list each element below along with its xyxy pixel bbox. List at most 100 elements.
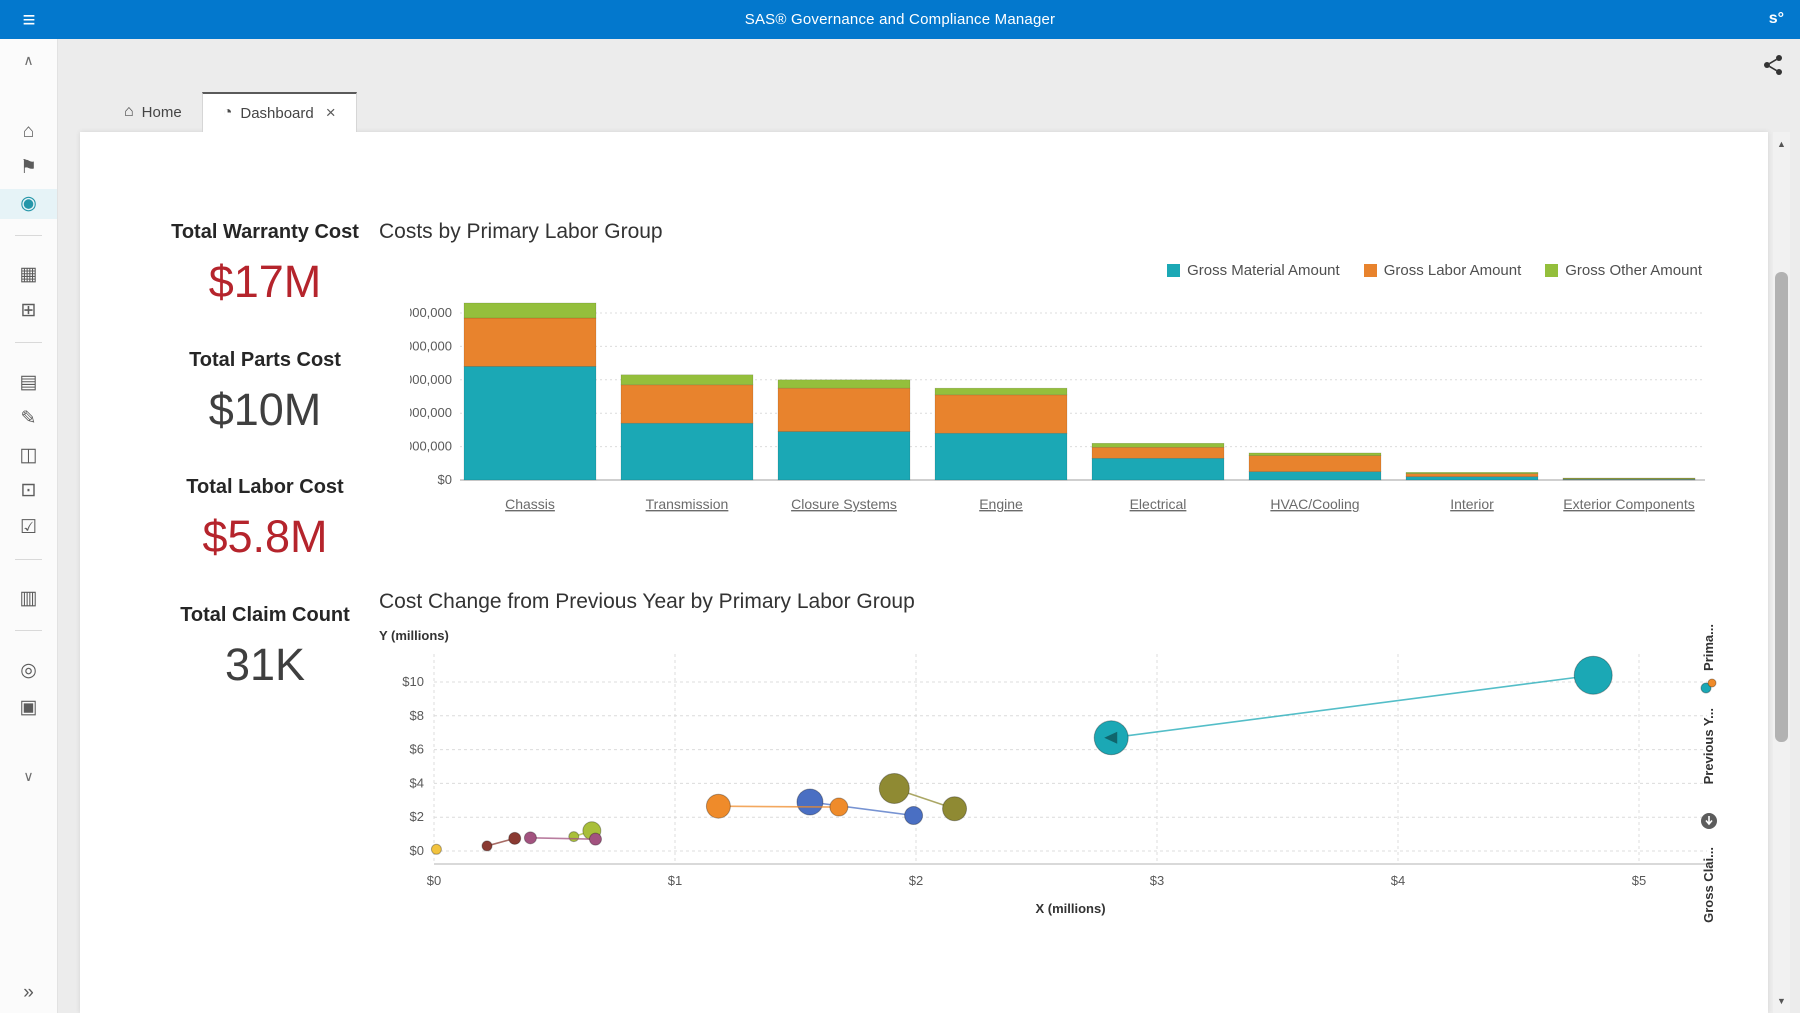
sidebar-item-documents[interactable]: ▤ — [0, 368, 57, 398]
share-icon[interactable] — [1760, 52, 1786, 78]
bubble-pair-icon — [1700, 677, 1718, 700]
sidebar-item-search-document[interactable]: ◎ — [0, 656, 57, 686]
bubble-transmission[interactable] — [943, 797, 967, 821]
scroll-down-icon[interactable]: ▼ — [1773, 991, 1790, 1011]
change-connector-line — [718, 806, 839, 807]
legend-swatch-icon — [1167, 264, 1180, 277]
bubble-engine[interactable] — [830, 798, 848, 816]
kpi-label: Total Labor Cost — [110, 475, 420, 499]
category-label[interactable]: Interior — [1450, 496, 1494, 512]
bar-segment[interactable] — [1249, 472, 1381, 480]
sidebar-divider — [15, 235, 42, 236]
tab-close-icon[interactable]: × — [326, 103, 336, 123]
sidebar-item-checklist[interactable]: ☑ — [0, 513, 57, 543]
kpi-value: $17M — [110, 256, 420, 308]
sidebar-item-notebook[interactable]: ▥ — [0, 584, 57, 614]
sidebar-expand-icon[interactable]: » — [0, 978, 57, 1008]
tab-home-label: Home — [142, 104, 182, 121]
bar-segment[interactable] — [621, 423, 753, 480]
category-label[interactable]: Transmission — [646, 496, 729, 512]
bar-segment[interactable] — [935, 395, 1067, 433]
legend-item[interactable]: Gross Other Amount — [1545, 262, 1702, 279]
bar-segment[interactable] — [1092, 447, 1224, 458]
sidebar-divider — [15, 342, 42, 343]
vertical-scrollbar[interactable]: ▲ ▼ — [1773, 132, 1790, 1013]
sidebar-item-monitor[interactable]: ⊡ — [0, 476, 57, 506]
legend-item[interactable]: Gross Material Amount — [1167, 262, 1340, 279]
category-label[interactable]: Engine — [979, 496, 1023, 512]
bar-segment[interactable] — [935, 388, 1067, 395]
bubble-transmission[interactable] — [879, 773, 909, 803]
y-tick-label: $5,000,000 — [410, 305, 452, 320]
scroll-up-icon[interactable]: ▲ — [1773, 134, 1790, 154]
bar-segment[interactable] — [464, 366, 596, 480]
bubble-interior[interactable] — [482, 841, 492, 851]
app-title: SAS® Governance and Compliance Manager — [0, 0, 1800, 39]
y-tick-label: $4 — [410, 775, 424, 790]
bar-segment[interactable] — [464, 318, 596, 366]
bar-segment[interactable] — [778, 388, 910, 431]
bar-segment[interactable] — [1406, 474, 1538, 477]
bubble-electrical[interactable] — [569, 832, 579, 842]
sidebar-divider — [15, 630, 42, 631]
sidebar-item-calendar[interactable]: ▦ — [0, 260, 57, 290]
bar-segment[interactable] — [1406, 477, 1538, 480]
sidebar-item-archive[interactable]: ⊞ — [0, 296, 57, 326]
kpi-total-labor-cost: Total Labor Cost $5.8M — [110, 475, 420, 563]
bubble-interior[interactable] — [509, 832, 521, 844]
bubble-engine[interactable] — [706, 794, 730, 818]
bar-segment[interactable] — [1563, 478, 1695, 479]
tab-home[interactable]: ⌂ Home — [104, 92, 202, 132]
dashboard-canvas: Total Warranty Cost $17M Total Parts Cos… — [80, 132, 1768, 1013]
bubble-chassis[interactable] — [1574, 656, 1612, 694]
bar-segment[interactable] — [621, 375, 753, 385]
profile-icon[interactable]: s° — [1769, 0, 1784, 39]
bubble-closure-systems[interactable] — [905, 807, 923, 825]
change-connector-line — [530, 838, 595, 839]
category-label[interactable]: Chassis — [505, 496, 555, 512]
bar-segment[interactable] — [778, 432, 910, 480]
kpi-label: Total Claim Count — [110, 603, 420, 627]
bubble-y-axis-label: Y (millions) — [379, 628, 449, 643]
bubble-hvac-cooling[interactable] — [524, 832, 536, 844]
bar-chart-title: Costs by Primary Labor Group — [379, 220, 663, 244]
sidebar-item-edit[interactable]: ✎ — [0, 404, 57, 434]
bar-segment[interactable] — [464, 303, 596, 318]
category-label[interactable]: Closure Systems — [791, 496, 897, 512]
sidebar-item-clipboard[interactable]: ▣ — [0, 693, 57, 723]
legend-swatch-icon — [1545, 264, 1558, 277]
sidebar-item-copy[interactable]: ◫ — [0, 441, 57, 471]
category-label[interactable]: Exterior Components — [1563, 496, 1695, 512]
bar-chart: $0$1,000,000$2,000,000$3,000,000$4,000,0… — [410, 297, 1720, 529]
sidebar-item-reports[interactable]: ⚑ — [0, 153, 57, 183]
kpi-value: $5.8M — [110, 511, 420, 563]
bubble-closure-systems[interactable] — [797, 789, 823, 815]
bar-segment[interactable] — [1406, 472, 1538, 473]
sidebar-more-icon[interactable]: ∨ — [0, 761, 57, 791]
bar-segment[interactable] — [778, 380, 910, 388]
sidebar-item-dashboard[interactable]: ◉ — [0, 189, 57, 219]
legend-item[interactable]: Gross Labor Amount — [1364, 262, 1522, 279]
sidebar: ∧ ⌂ ⚑ ◉ ▦ ⊞ ▤ ✎ ◫ ⊡ ☑ ▥ ◎ ▣ ∨ » — [0, 39, 58, 1013]
sidebar-collapse-up-icon[interactable]: ∧ — [0, 45, 57, 75]
tab-bar: ⌂ Home ◔ Dashboard × — [80, 92, 357, 132]
sidebar-item-home[interactable]: ⌂ — [0, 117, 57, 147]
bubble-legend-gross-claim-label: Gross Clai... — [1701, 847, 1716, 923]
bar-segment[interactable] — [1092, 458, 1224, 480]
home-icon: ⌂ — [124, 103, 134, 121]
tab-dashboard[interactable]: ◔ Dashboard × — [202, 92, 357, 132]
bubble-hvac-cooling[interactable] — [589, 833, 601, 845]
y-tick-label: $0 — [410, 843, 424, 858]
kpi-total-parts-cost: Total Parts Cost $10M — [110, 348, 420, 436]
bar-segment[interactable] — [621, 385, 753, 423]
legend-label: Gross Material Amount — [1187, 262, 1340, 279]
scrollbar-thumb[interactable] — [1775, 272, 1788, 742]
bar-segment[interactable] — [1092, 443, 1224, 447]
bubble-exterior-components[interactable] — [431, 844, 441, 854]
bar-segment[interactable] — [935, 433, 1067, 480]
bar-segment[interactable] — [1249, 456, 1381, 472]
bar-segment[interactable] — [1249, 453, 1381, 456]
category-label[interactable]: Electrical — [1130, 496, 1187, 512]
category-label[interactable]: HVAC/Cooling — [1270, 496, 1359, 512]
circle-arrow-icon — [1700, 812, 1718, 835]
